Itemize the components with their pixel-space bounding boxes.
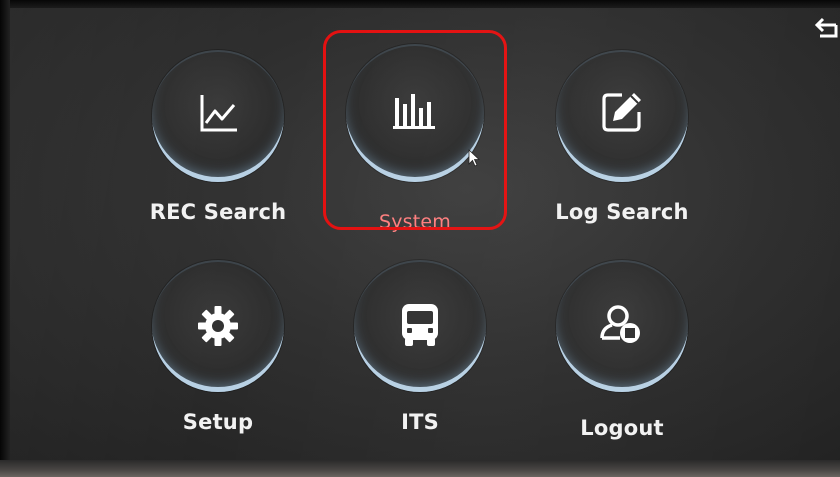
monitor-bezel-bottom — [0, 460, 840, 477]
back-button[interactable] — [812, 14, 840, 44]
rec-search-tile[interactable]: REC Search — [138, 50, 298, 240]
rec-search-label: REC Search — [149, 200, 287, 224]
selected-highlight-outline — [323, 30, 507, 230]
log-search-orb — [556, 50, 688, 182]
bus-icon — [402, 304, 438, 346]
setup-label: Setup — [182, 410, 254, 434]
its-orb — [354, 260, 486, 392]
gear-icon — [198, 306, 238, 346]
setup-orb — [152, 260, 284, 392]
line-chart-icon — [200, 95, 237, 132]
photo-frame: REC Search System Log Search Setup ITS L… — [0, 0, 840, 477]
setup-tile[interactable]: Setup — [138, 260, 298, 450]
rec-search-orb — [152, 50, 284, 182]
dvr-main-menu-screen: REC Search System Log Search Setup ITS L… — [10, 8, 840, 460]
logout-label: Logout — [580, 416, 664, 440]
back-return-icon — [814, 17, 838, 38]
its-label: ITS — [401, 410, 439, 434]
logout-orb — [556, 260, 688, 392]
mouse-pointer-icon — [468, 149, 481, 167]
user-logout-icon — [600, 305, 640, 343]
its-tile[interactable]: ITS — [340, 260, 500, 450]
log-search-tile[interactable]: Log Search — [542, 50, 702, 240]
monitor-bezel-top — [0, 0, 840, 8]
edit-pencil-icon — [602, 93, 641, 132]
monitor-bezel-left — [0, 0, 10, 477]
logout-tile[interactable]: Logout — [542, 260, 702, 450]
log-search-label: Log Search — [555, 200, 689, 224]
